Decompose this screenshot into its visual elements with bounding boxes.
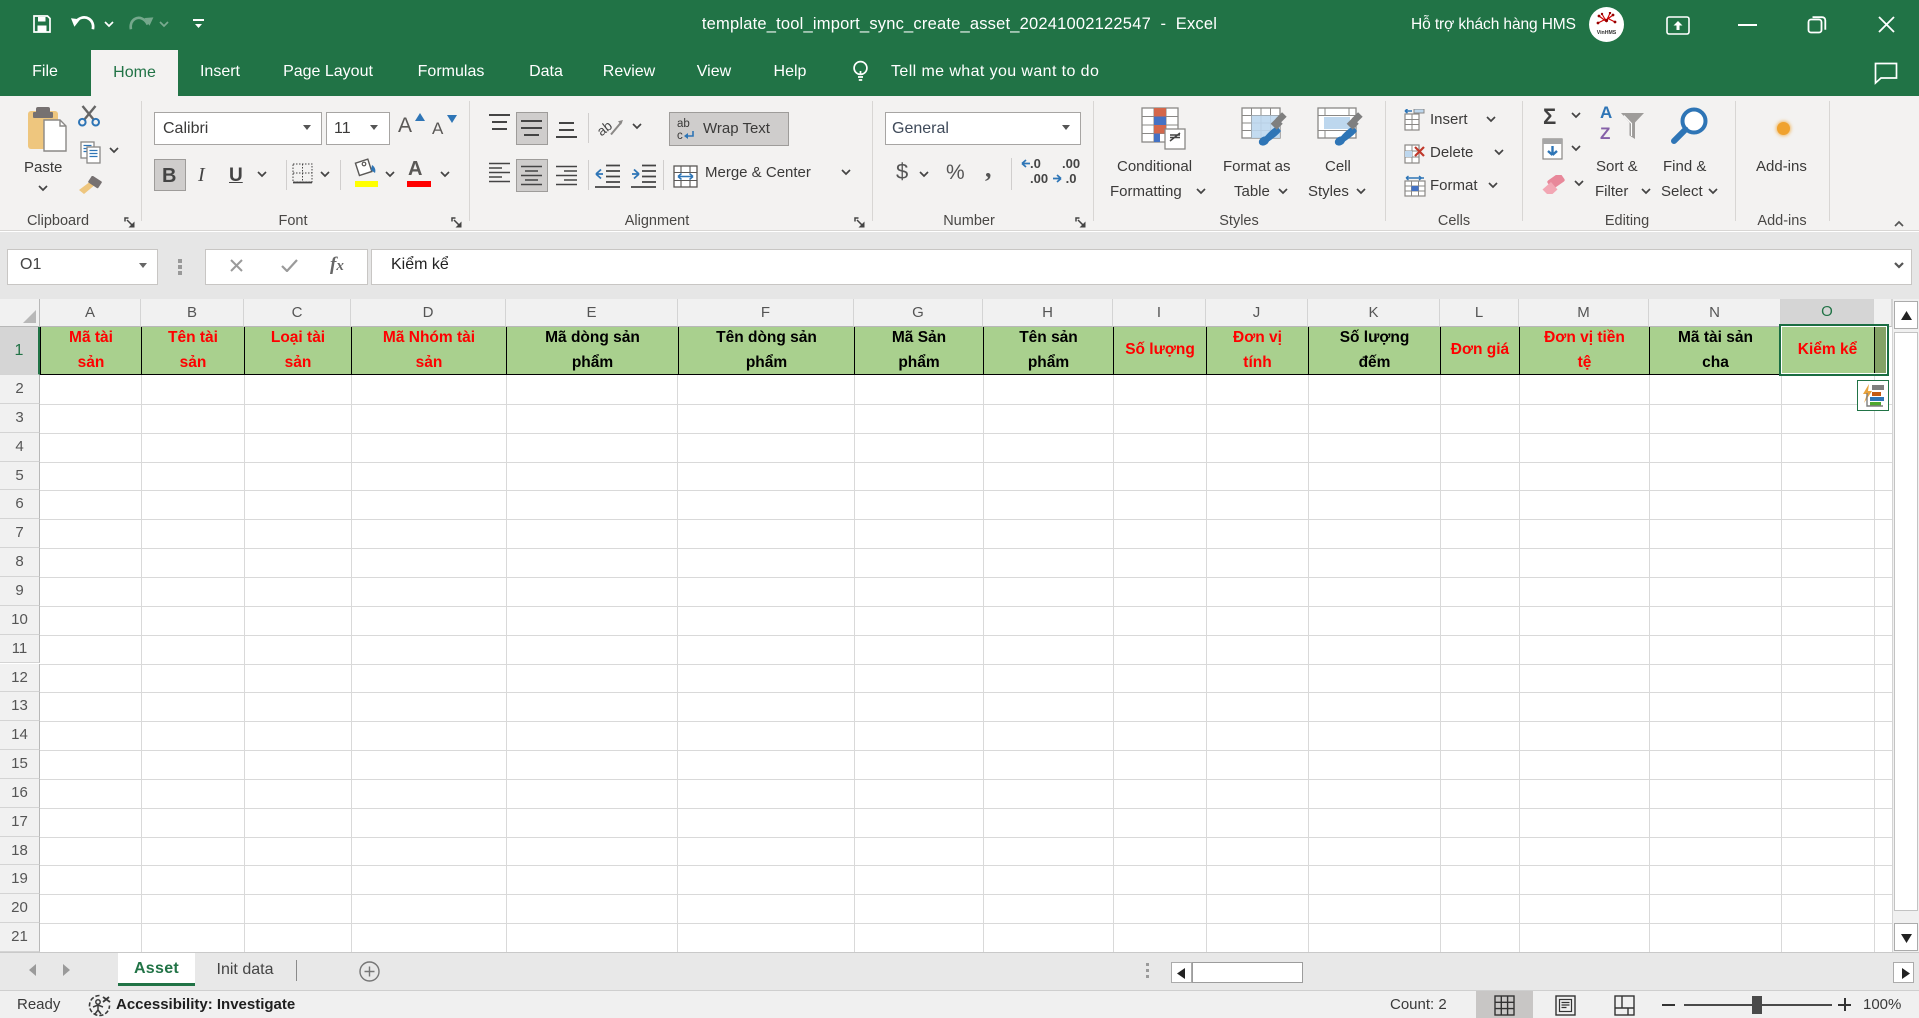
svg-text:c: c — [677, 130, 683, 142]
svg-text:ab: ab — [598, 118, 615, 139]
svg-text:VinHMS: VinHMS — [1597, 30, 1617, 36]
svg-text:ab: ab — [677, 118, 690, 130]
